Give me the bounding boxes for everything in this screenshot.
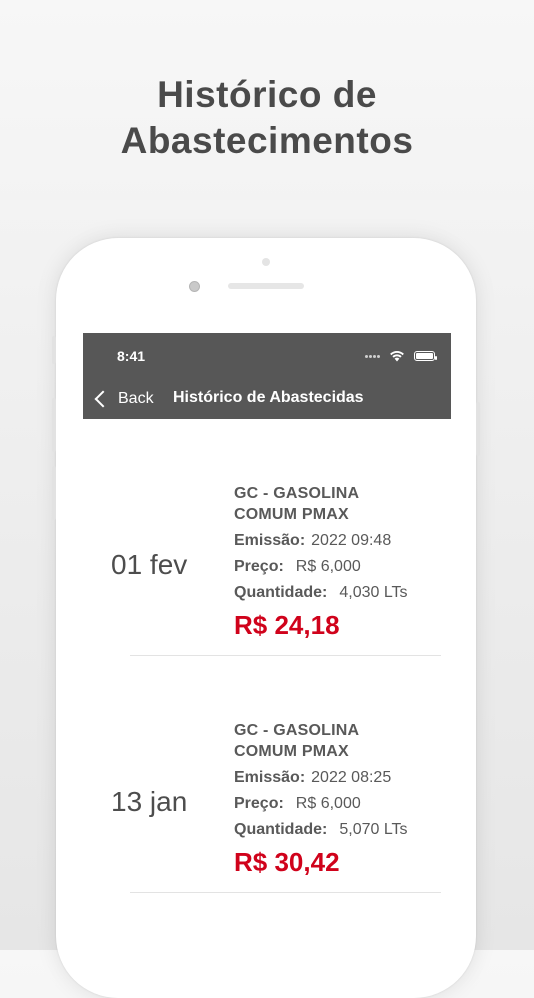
chevron-left-icon: [94, 390, 112, 408]
emission-row: Emissão: 2022 09:48: [234, 530, 444, 551]
fuel-name: GC - GASOLINA COMUM PMAX: [234, 483, 444, 525]
promo-title-line1: Histórico de: [157, 74, 377, 115]
price-value: R$ 6,000: [295, 558, 361, 575]
wifi-icon: [390, 350, 404, 362]
record-details: GC - GASOLINA COMUM PMAX Emissão: 2022 08…: [234, 720, 444, 878]
emission-label: Emissão:: [234, 532, 306, 549]
back-label: Back: [118, 390, 154, 407]
status-icons: [345, 350, 437, 362]
emission-row: Emissão: 2022 08:25: [234, 767, 444, 788]
nav-title: Histórico de Abastecidas: [173, 389, 364, 406]
record-details: GC - GASOLINA COMUM PMAX Emissão: 2022 09…: [234, 483, 444, 641]
price-label: Preço:: [234, 558, 284, 575]
quantity-value: 4,030 LTs: [339, 584, 408, 601]
price-value: R$ 6,000: [295, 795, 361, 812]
fuel-name-line2: COMUM PMAX: [234, 506, 349, 523]
fuel-name: GC - GASOLINA COMUM PMAX: [234, 720, 444, 762]
quantity-row: Quantidade: 4,030 LTs: [234, 582, 444, 603]
emission-value: 2022 09:48: [311, 532, 392, 549]
quantity-value: 5,070 LTs: [339, 821, 408, 838]
promo-title-line2: Abastecimentos: [120, 120, 414, 161]
app-header: 8:41 Back Histórico de Abastecidas: [83, 333, 451, 419]
status-time: 8:41: [117, 348, 146, 364]
earpiece-speaker: [228, 283, 304, 289]
fuel-name-line1: GC - GASOLINA: [234, 722, 360, 739]
signal-icon: [365, 355, 385, 359]
fueling-history-list: 01 fev GC - GASOLINA COMUM PMAX Emissão:…: [83, 419, 451, 893]
record-total: R$ 24,18: [234, 610, 340, 640]
quantity-row: Quantidade: 5,070 LTs: [234, 819, 444, 840]
quantity-label: Quantidade:: [234, 584, 328, 601]
battery-icon: [414, 351, 437, 361]
proximity-sensor: [262, 258, 270, 266]
fuel-name-line1: GC - GASOLINA: [234, 485, 360, 502]
emission-label: Emissão:: [234, 769, 306, 786]
volume-up-button: [52, 398, 56, 452]
quantity-label: Quantidade:: [234, 821, 328, 838]
back-button[interactable]: Back: [93, 388, 154, 410]
promo-title: Histórico de Abastecimentos: [0, 72, 534, 164]
fueling-record[interactable]: 01 fev GC - GASOLINA COMUM PMAX Emissão:…: [83, 419, 451, 656]
emission-value: 2022 08:25: [311, 769, 392, 786]
divider: [130, 892, 441, 893]
volume-down-button: [52, 466, 56, 520]
fuel-name-line2: COMUM PMAX: [234, 743, 349, 760]
mute-switch: [52, 336, 56, 364]
record-total: R$ 30,42: [234, 847, 340, 877]
fueling-record[interactable]: 13 jan GC - GASOLINA COMUM PMAX Emissão:…: [83, 656, 451, 893]
price-row: Preço: R$ 6,000: [234, 556, 444, 577]
front-camera: [189, 281, 200, 292]
power-button: [476, 402, 480, 456]
app-screen: 8:41 Back Histórico de Abastecidas 01 fe…: [83, 333, 451, 950]
record-date: 13 jan: [111, 786, 188, 817]
price-label: Preço:: [234, 795, 284, 812]
price-row: Preço: R$ 6,000: [234, 793, 444, 814]
record-date: 01 fev: [111, 549, 188, 580]
